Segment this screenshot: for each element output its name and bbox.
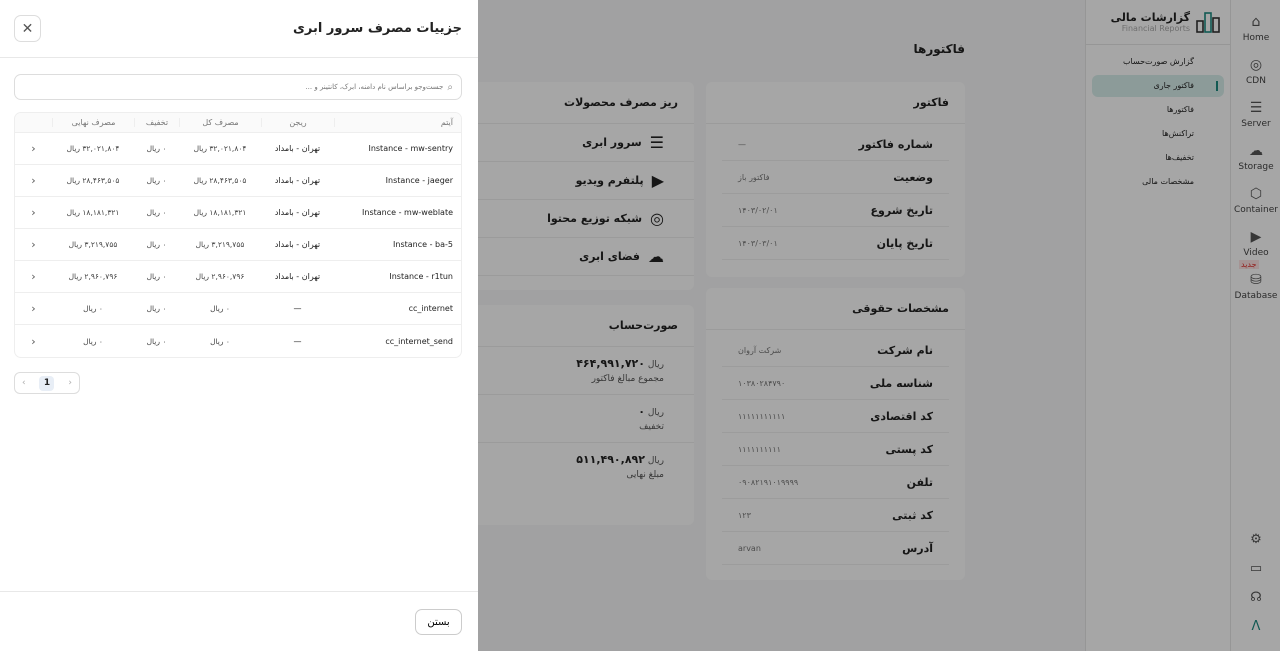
cell-total: ۰ ریال (210, 336, 230, 346)
table-header: آیتم ریجن مصرف کل تخفیف مصرف نهایی (15, 113, 461, 133)
cell-item: Instance - jaeger (385, 176, 453, 185)
table-row[interactable]: Instance - ba-5 تهران - بامداد ۳,۲۱۹,۷۵۵… (15, 229, 461, 261)
cell-final: ۰ ریال (83, 304, 103, 313)
table-row[interactable]: Instance - jaeger تهران - بامداد ۲۸,۴۶۳,… (15, 165, 461, 197)
search-input[interactable] (23, 83, 444, 91)
cell-region: تهران - بامداد (274, 208, 321, 217)
cell-item: Instance - mw-sentry (368, 144, 453, 153)
cell-region: تهران - بامداد (274, 240, 321, 249)
cell-region: تهران - بامداد (274, 272, 321, 281)
table-row[interactable]: cc_internet — ۰ ریال ۰ ریال ۰ ریال ‹ (15, 293, 461, 325)
cell-region: تهران - بامداد (274, 144, 321, 153)
cell-final: ۳,۲۱۹,۷۵۵ ریال (68, 240, 118, 249)
usage-table: آیتم ریجن مصرف کل تخفیف مصرف نهایی Insta… (14, 112, 462, 358)
cell-discount: ۰ ریال (146, 176, 167, 185)
chevron-left-icon[interactable]: ‹ (15, 206, 52, 219)
table-row[interactable]: cc_internet_send — ۰ ریال ۰ ریال ۰ ریال … (15, 325, 461, 357)
cell-region: تهران - بامداد (274, 176, 321, 185)
cell-item: Instance - ba-5 (393, 240, 453, 249)
cell-item: cc_internet (408, 304, 453, 313)
chevron-left-icon[interactable]: ‹ (15, 142, 52, 155)
cell-discount: ۰ ریال (146, 336, 167, 346)
table-row[interactable]: Instance - r1tun تهران - بامداد ۲,۹۶۰,۷۹… (15, 261, 461, 293)
cell-total: ۱۸,۱۸۱,۳۲۱ ریال (193, 208, 247, 217)
usage-details-drawer: جزییات مصرف سرور ابری ✕ ⌕ آیتم ریجن مصرف… (0, 0, 478, 651)
col-total: مصرف کل (179, 118, 261, 127)
search-icon: ⌕ (447, 81, 453, 93)
search-box: ⌕ (14, 74, 462, 100)
chevron-left-icon[interactable]: ‹ (15, 302, 52, 315)
chevron-left-icon[interactable]: ‹ (15, 238, 52, 251)
prev-page-button[interactable]: ‹ (22, 378, 26, 388)
cell-region: — (293, 304, 302, 313)
cell-final: ۲۸,۴۶۳,۵۰۵ ریال (66, 176, 120, 185)
chevron-left-icon[interactable]: ‹ (15, 270, 52, 283)
col-region: ریجن (261, 118, 334, 127)
cell-discount: ۰ ریال (146, 208, 167, 217)
cell-final: ۱۸,۱۸۱,۳۲۱ ریال (66, 208, 120, 217)
pagination: ‹ 1 › (14, 372, 80, 394)
drawer-title: جزییات مصرف سرور ابری (293, 21, 462, 36)
next-page-button[interactable]: › (68, 378, 72, 388)
cell-total: ۲۸,۴۶۳,۵۰۵ ریال (193, 176, 247, 185)
cell-total: ۳,۲۱۹,۷۵۵ ریال (195, 240, 245, 249)
cell-item: Instance - mw-weblate (362, 208, 453, 217)
chevron-left-icon[interactable]: ‹ (15, 335, 52, 348)
cell-total: ۲,۹۶۰,۷۹۶ ریال (195, 272, 245, 281)
close-button[interactable]: بستن (415, 609, 462, 635)
cell-final: ۲,۹۶۰,۷۹۶ ریال (68, 272, 118, 281)
drawer-footer: بستن (0, 591, 478, 651)
col-discount: تخفیف (134, 118, 179, 127)
cell-total: ۰ ریال (210, 304, 230, 313)
cell-item: Instance - r1tun (389, 272, 453, 281)
cell-discount: ۰ ریال (146, 304, 167, 313)
cell-discount: ۰ ریال (146, 240, 167, 249)
cell-discount: ۰ ریال (146, 272, 167, 281)
table-row[interactable]: Instance - mw-sentry تهران - بامداد ۳۲,۰… (15, 133, 461, 165)
col-item: آیتم (334, 118, 461, 127)
table-row[interactable]: Instance - mw-weblate تهران - بامداد ۱۸,… (15, 197, 461, 229)
cell-final: ۳۲,۰۲۱,۸۰۴ ریال (66, 144, 120, 153)
cell-final: ۰ ریال (83, 336, 103, 346)
cell-item: cc_internet_send (385, 336, 453, 346)
close-icon-button[interactable]: ✕ (14, 15, 41, 42)
cell-region: — (293, 336, 302, 346)
page-button[interactable]: 1 (39, 375, 55, 391)
col-final: مصرف نهایی (52, 118, 134, 127)
cell-discount: ۰ ریال (146, 144, 167, 153)
chevron-left-icon[interactable]: ‹ (15, 174, 52, 187)
cell-total: ۳۲,۰۲۱,۸۰۴ ریال (193, 144, 247, 153)
